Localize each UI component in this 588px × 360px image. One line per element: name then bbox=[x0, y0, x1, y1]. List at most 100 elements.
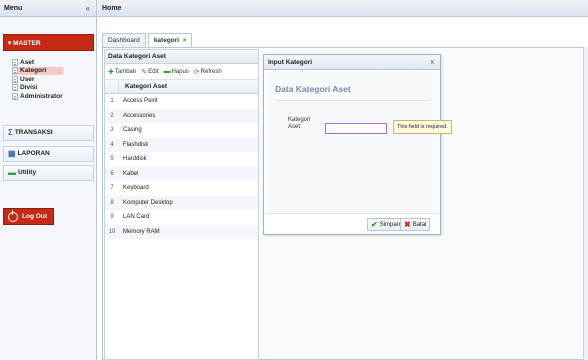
row-number: 3 bbox=[110, 127, 114, 134]
row-number: 8 bbox=[110, 199, 114, 206]
sidebar-panel-transaksi[interactable]: Σ TRANSAKSI bbox=[3, 125, 94, 141]
sidebar-item-label: User bbox=[20, 75, 35, 83]
table-row[interactable]: 4 Flashdisk bbox=[105, 137, 258, 152]
data-grid: Data Kategori Aset ✚ Tambah ✎ Edit ▬ Hap… bbox=[104, 49, 259, 360]
sidebar-item-aset[interactable]: Aset bbox=[12, 58, 63, 67]
main-area: Home Dashboard kategori × Data Kategori … bbox=[97, 0, 588, 360]
kategori-input[interactable] bbox=[325, 123, 387, 134]
table-row[interactable]: 6 Kabel bbox=[105, 166, 258, 181]
row-value: Accessories bbox=[123, 112, 156, 119]
row-value: Komputer Desktop bbox=[123, 199, 173, 206]
toolbar-label: Edit bbox=[148, 68, 159, 75]
document-icon bbox=[12, 75, 18, 83]
cancel-button[interactable]: ✖ Batal bbox=[400, 218, 431, 231]
sidebar-item-label: Divisi bbox=[20, 84, 38, 92]
row-value: Access Point bbox=[123, 98, 158, 105]
row-value: Memory RAM bbox=[123, 228, 160, 235]
tab-dashboard[interactable]: Dashboard bbox=[102, 33, 146, 48]
panel-label: Utility bbox=[18, 169, 37, 176]
row-number: 9 bbox=[110, 214, 114, 221]
row-value: Harddisk bbox=[123, 156, 147, 163]
sigma-icon: Σ bbox=[8, 128, 13, 137]
table-row[interactable]: 5 Harddisk bbox=[105, 152, 258, 167]
table-row[interactable]: 3 Casing bbox=[105, 123, 258, 138]
grid-title: Data Kategori Aset bbox=[105, 50, 258, 64]
power-icon bbox=[8, 209, 18, 222]
cancel-icon: ✖ bbox=[404, 220, 411, 229]
chevron-down-icon: ▾ bbox=[8, 40, 12, 47]
double-chevron-left-icon[interactable]: « bbox=[86, 0, 90, 17]
add-button[interactable]: ✚ Tambah bbox=[108, 68, 136, 76]
row-number-header bbox=[105, 80, 119, 93]
divider bbox=[275, 100, 430, 101]
table-row[interactable]: 1 Access Point bbox=[105, 94, 258, 109]
table-row[interactable]: 7 Keyboard bbox=[105, 181, 258, 196]
row-value: LAN Card bbox=[123, 214, 150, 221]
document-icon bbox=[12, 67, 18, 75]
dialog-title: Input Kategori bbox=[268, 59, 313, 66]
delete-icon: ▬ bbox=[163, 68, 171, 75]
row-value: Flashdisk bbox=[123, 141, 149, 148]
add-icon: ✚ bbox=[108, 68, 114, 76]
tab-kategori[interactable]: kategori × bbox=[147, 33, 193, 48]
row-value: Kabel bbox=[123, 170, 139, 177]
table-row[interactable]: 2 Accessories bbox=[105, 108, 258, 123]
table-row[interactable]: 10 Memory RAM bbox=[105, 224, 258, 239]
edit-icon: ✎ bbox=[141, 68, 148, 76]
tab-content: Data Kategori Aset ✚ Tambah ✎ Edit ▬ Hap… bbox=[102, 47, 588, 360]
toolbar-label: Refresh bbox=[200, 68, 222, 75]
dialog-footer: ✔ Simpan ✖ Batal bbox=[266, 213, 438, 234]
sidebar-header: Menu « bbox=[0, 0, 96, 17]
dialog-header: Input Kategori x bbox=[264, 55, 440, 70]
toolbar-label: Tambah bbox=[114, 68, 137, 75]
sidebar-section-master[interactable]: ▾ MASTER bbox=[3, 34, 94, 51]
close-icon[interactable]: × bbox=[183, 38, 187, 44]
column-header: Kategori Aset bbox=[105, 80, 258, 94]
document-icon bbox=[12, 84, 18, 92]
delete-button[interactable]: ▬ Hapus bbox=[163, 68, 188, 75]
main-header: Home bbox=[97, 0, 588, 17]
master-menu: Aset Kategori User Divisi Administrator bbox=[12, 58, 63, 101]
save-button[interactable]: ✔ Simpan bbox=[367, 218, 405, 231]
refresh-icon: ⟳ bbox=[193, 68, 200, 76]
sidebar-item-administrator[interactable]: Administrator bbox=[12, 92, 63, 101]
row-number: 1 bbox=[110, 98, 114, 105]
sidebar-item-divisi[interactable]: Divisi bbox=[12, 84, 63, 93]
refresh-button[interactable]: ⟳ Refresh bbox=[194, 68, 222, 76]
scrollbar[interactable] bbox=[583, 47, 588, 360]
row-number: 7 bbox=[110, 185, 114, 192]
cancel-label: Batal bbox=[412, 221, 427, 228]
grid-toolbar: ✚ Tambah ✎ Edit ▬ Hapus ⟳ Refresh bbox=[105, 64, 258, 80]
panel-label: TRANSAKSI bbox=[14, 129, 53, 136]
logout-label: Log Out bbox=[22, 213, 47, 220]
dialog-body: Data Kategori Aset Kategori Aset: This f… bbox=[266, 72, 452, 212]
form-heading: Data Kategori Aset bbox=[275, 84, 351, 94]
sidebar: Menu « ▾ MASTER Aset Kategori User Divis… bbox=[0, 0, 97, 360]
sidebar-item-kategori[interactable]: Kategori bbox=[12, 66, 63, 75]
row-number: 5 bbox=[110, 156, 114, 163]
tab-label: kategori bbox=[153, 37, 180, 44]
sidebar-panel-utility[interactable]: ▬ Utility bbox=[3, 165, 94, 181]
validation-tooltip: This field is required. bbox=[393, 120, 452, 134]
document-icon bbox=[12, 58, 18, 66]
close-icon[interactable]: x bbox=[431, 55, 435, 70]
document-icon bbox=[12, 92, 18, 100]
sidebar-item-user[interactable]: User bbox=[12, 75, 63, 84]
tab-label: Dashboard bbox=[108, 37, 140, 44]
row-value: Keyboard bbox=[123, 185, 149, 192]
column-header-kategori[interactable]: Kategori Aset bbox=[119, 80, 258, 93]
row-number: 6 bbox=[110, 170, 114, 177]
row-value: Casing bbox=[123, 127, 142, 134]
sidebar-panel-laporan[interactable]: ▦ LAPORAN bbox=[3, 146, 94, 162]
page-title: Home bbox=[102, 5, 122, 12]
logout-button[interactable]: Log Out bbox=[3, 208, 54, 225]
toolbar-label: Hapus bbox=[171, 68, 189, 75]
edit-button[interactable]: ✎ Edit bbox=[141, 68, 158, 76]
sidebar-item-label: Kategori bbox=[20, 67, 47, 75]
report-icon: ▦ bbox=[8, 149, 16, 158]
row-number: 10 bbox=[108, 228, 116, 235]
table-row[interactable]: 9 LAN Card bbox=[105, 210, 258, 225]
grid-rows: 1 Access Point 2 Accessories 3 Casing 4 Flashdi… bbox=[105, 94, 258, 239]
sidebar-item-label: Administrator bbox=[20, 92, 63, 100]
table-row[interactable]: 8 Komputer Desktop bbox=[105, 195, 258, 210]
